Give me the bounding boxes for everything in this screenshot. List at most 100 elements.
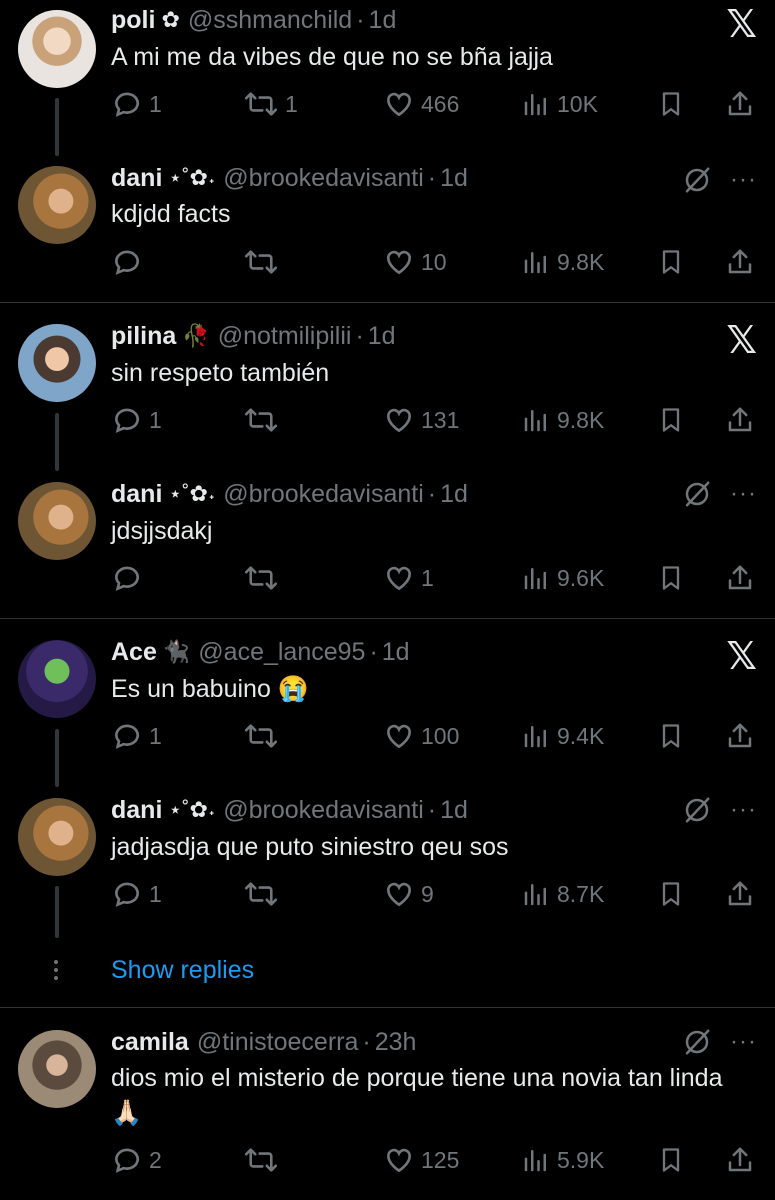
retweet-button[interactable] — [243, 560, 285, 596]
timestamp[interactable]: 1d — [440, 796, 468, 825]
bookmark-button[interactable] — [657, 86, 685, 122]
views-button[interactable]: 9.8K — [521, 402, 604, 438]
x-logo-icon[interactable]: 𝕏 — [726, 637, 757, 675]
views-button[interactable]: 9.8K — [521, 244, 604, 280]
bookmark-button[interactable] — [657, 402, 685, 438]
reply-button[interactable] — [111, 560, 149, 596]
display-name[interactable]: dani — [111, 796, 162, 825]
share-button[interactable] — [725, 718, 755, 754]
user-handle[interactable]: @notmilipilii — [218, 322, 352, 351]
tweet-corner[interactable]: 𝕏 — [726, 4, 757, 44]
tweet-header: camila @tinistoecerra · 23h — [111, 1026, 416, 1058]
share-button[interactable] — [725, 244, 755, 280]
retweet-icon — [244, 566, 278, 590]
display-name[interactable]: dani — [111, 480, 162, 509]
grok-icon[interactable] — [682, 795, 712, 825]
views-button[interactable]: 8.7K — [521, 876, 604, 912]
display-name[interactable]: dani — [111, 164, 162, 193]
share-button[interactable] — [725, 86, 755, 122]
views-icon — [524, 410, 546, 432]
tweet-corner[interactable]: 𝕏 — [726, 320, 757, 360]
retweet-button[interactable] — [243, 876, 285, 912]
bookmark-button[interactable] — [657, 718, 685, 754]
views-button[interactable]: 9.6K — [521, 560, 604, 596]
timestamp[interactable]: 1d — [382, 638, 410, 667]
avatar[interactable] — [18, 640, 96, 718]
like-button[interactable]: 131 — [383, 402, 459, 438]
timestamp[interactable]: 1d — [440, 164, 468, 193]
share-button[interactable] — [725, 876, 755, 912]
more-icon[interactable]: ··· — [730, 1028, 757, 1056]
tweet-header: pilina 🥀 @notmilipilii · 1d — [111, 320, 396, 352]
avatar[interactable] — [18, 798, 96, 876]
views-icon — [524, 1150, 546, 1172]
share-button[interactable] — [725, 1142, 755, 1178]
timestamp[interactable]: 1d — [440, 480, 468, 509]
more-icon[interactable]: ··· — [730, 796, 757, 824]
grok-icon[interactable] — [682, 1027, 712, 1057]
reply-button[interactable]: 2 — [111, 1142, 162, 1178]
like-button[interactable]: 10 — [383, 244, 447, 280]
tweet-corner[interactable]: ··· — [682, 164, 757, 196]
grok-icon[interactable] — [682, 165, 712, 195]
reply-button[interactable]: 1 — [111, 718, 162, 754]
bookmark-button[interactable] — [657, 876, 685, 912]
like-icon — [387, 1148, 411, 1173]
retweet-button[interactable]: 1 — [243, 86, 298, 122]
display-name[interactable]: Ace — [111, 638, 157, 667]
like-button[interactable]: 9 — [383, 876, 434, 912]
bookmark-button[interactable] — [657, 560, 685, 596]
retweet-button[interactable] — [243, 402, 285, 438]
timestamp[interactable]: 1d — [368, 322, 396, 351]
share-icon — [728, 723, 752, 748]
more-icon[interactable]: ··· — [730, 480, 757, 508]
views-icon — [524, 252, 546, 274]
display-name[interactable]: pilina — [111, 322, 176, 351]
grok-icon[interactable] — [682, 479, 712, 509]
more-icon[interactable]: ··· — [730, 166, 757, 194]
bookmark-button[interactable] — [657, 1142, 685, 1178]
x-logo-icon[interactable]: 𝕏 — [726, 321, 757, 359]
user-handle[interactable]: @brookedavisanti — [223, 164, 424, 193]
timestamp[interactable]: 1d — [369, 6, 397, 35]
timestamp[interactable]: 23h — [375, 1028, 417, 1057]
avatar[interactable] — [18, 10, 96, 88]
avatar[interactable] — [18, 482, 96, 560]
views-button[interactable]: 9.4K — [521, 718, 604, 754]
reply-button[interactable]: 1 — [111, 876, 162, 912]
like-button[interactable]: 125 — [383, 1142, 459, 1178]
tweet-corner[interactable]: 𝕏 — [726, 636, 757, 676]
views-button[interactable]: 10K — [521, 86, 598, 122]
user-handle[interactable]: @tinistoecerra — [197, 1028, 359, 1057]
x-logo-icon[interactable]: 𝕏 — [726, 5, 757, 43]
retweet-button[interactable] — [243, 718, 285, 754]
share-button[interactable] — [725, 402, 755, 438]
retweet-button[interactable] — [243, 244, 285, 280]
display-name[interactable]: camila — [111, 1028, 189, 1057]
tweet-corner[interactable]: ··· — [682, 1026, 757, 1058]
avatar[interactable] — [18, 324, 96, 402]
like-icon — [387, 882, 411, 907]
reply-button[interactable]: 1 — [111, 86, 162, 122]
tweet-corner[interactable]: ··· — [682, 794, 757, 826]
share-icon — [728, 91, 752, 116]
reply-button[interactable]: 1 — [111, 402, 162, 438]
views-button[interactable]: 5.9K — [521, 1142, 604, 1178]
like-button[interactable]: 100 — [383, 718, 459, 754]
display-name[interactable]: poli — [111, 6, 155, 35]
user-handle[interactable]: @brookedavisanti — [223, 480, 424, 509]
avatar[interactable] — [18, 1030, 96, 1108]
share-button[interactable] — [725, 560, 755, 596]
like-button[interactable]: 1 — [383, 560, 434, 596]
avatar[interactable] — [18, 166, 96, 244]
show-replies-link[interactable]: Show replies — [111, 956, 254, 985]
reply-button[interactable] — [111, 244, 149, 280]
thread-line — [55, 98, 59, 156]
retweet-button[interactable] — [243, 1142, 285, 1178]
user-handle[interactable]: @ace_lance95 — [198, 638, 365, 667]
user-handle[interactable]: @sshmanchild — [188, 6, 352, 35]
tweet-corner[interactable]: ··· — [682, 478, 757, 510]
bookmark-button[interactable] — [657, 244, 685, 280]
like-button[interactable]: 466 — [383, 86, 459, 122]
user-handle[interactable]: @brookedavisanti — [223, 796, 424, 825]
